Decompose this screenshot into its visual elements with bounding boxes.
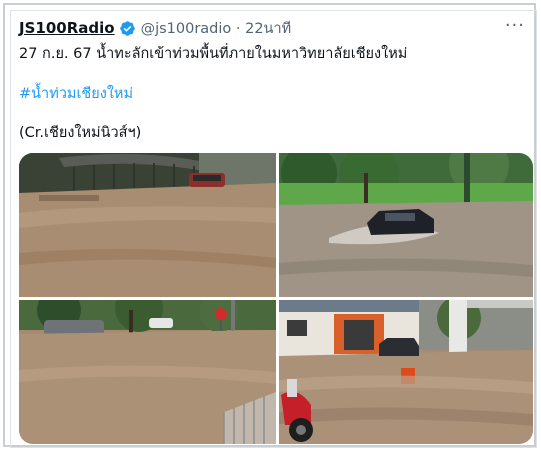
tweet-text-line: 27 ก.ย. 67 น้ำทะลักเข้าท่วมพื้นที่ภายในม… [19,46,408,62]
credit-text: (Cr.เชียงใหม่นิวส์ฯ) [19,125,142,141]
more-options-icon[interactable]: ··· [505,17,525,35]
verified-badge-icon [119,20,136,37]
tweet-header: JS100Radio @js100radio · 22นาที [19,17,291,39]
media-grid [19,153,533,444]
hashtag-link[interactable]: #น้ำท่วมเชียงใหม่ [19,82,133,105]
media-photo[interactable] [19,153,276,297]
display-name[interactable]: JS100Radio [19,19,115,37]
media-photo[interactable] [279,153,533,297]
scooter-overlay [277,375,319,444]
media-photo[interactable] [19,300,276,444]
handle-and-time[interactable]: @js100radio · 22นาที [141,17,292,40]
